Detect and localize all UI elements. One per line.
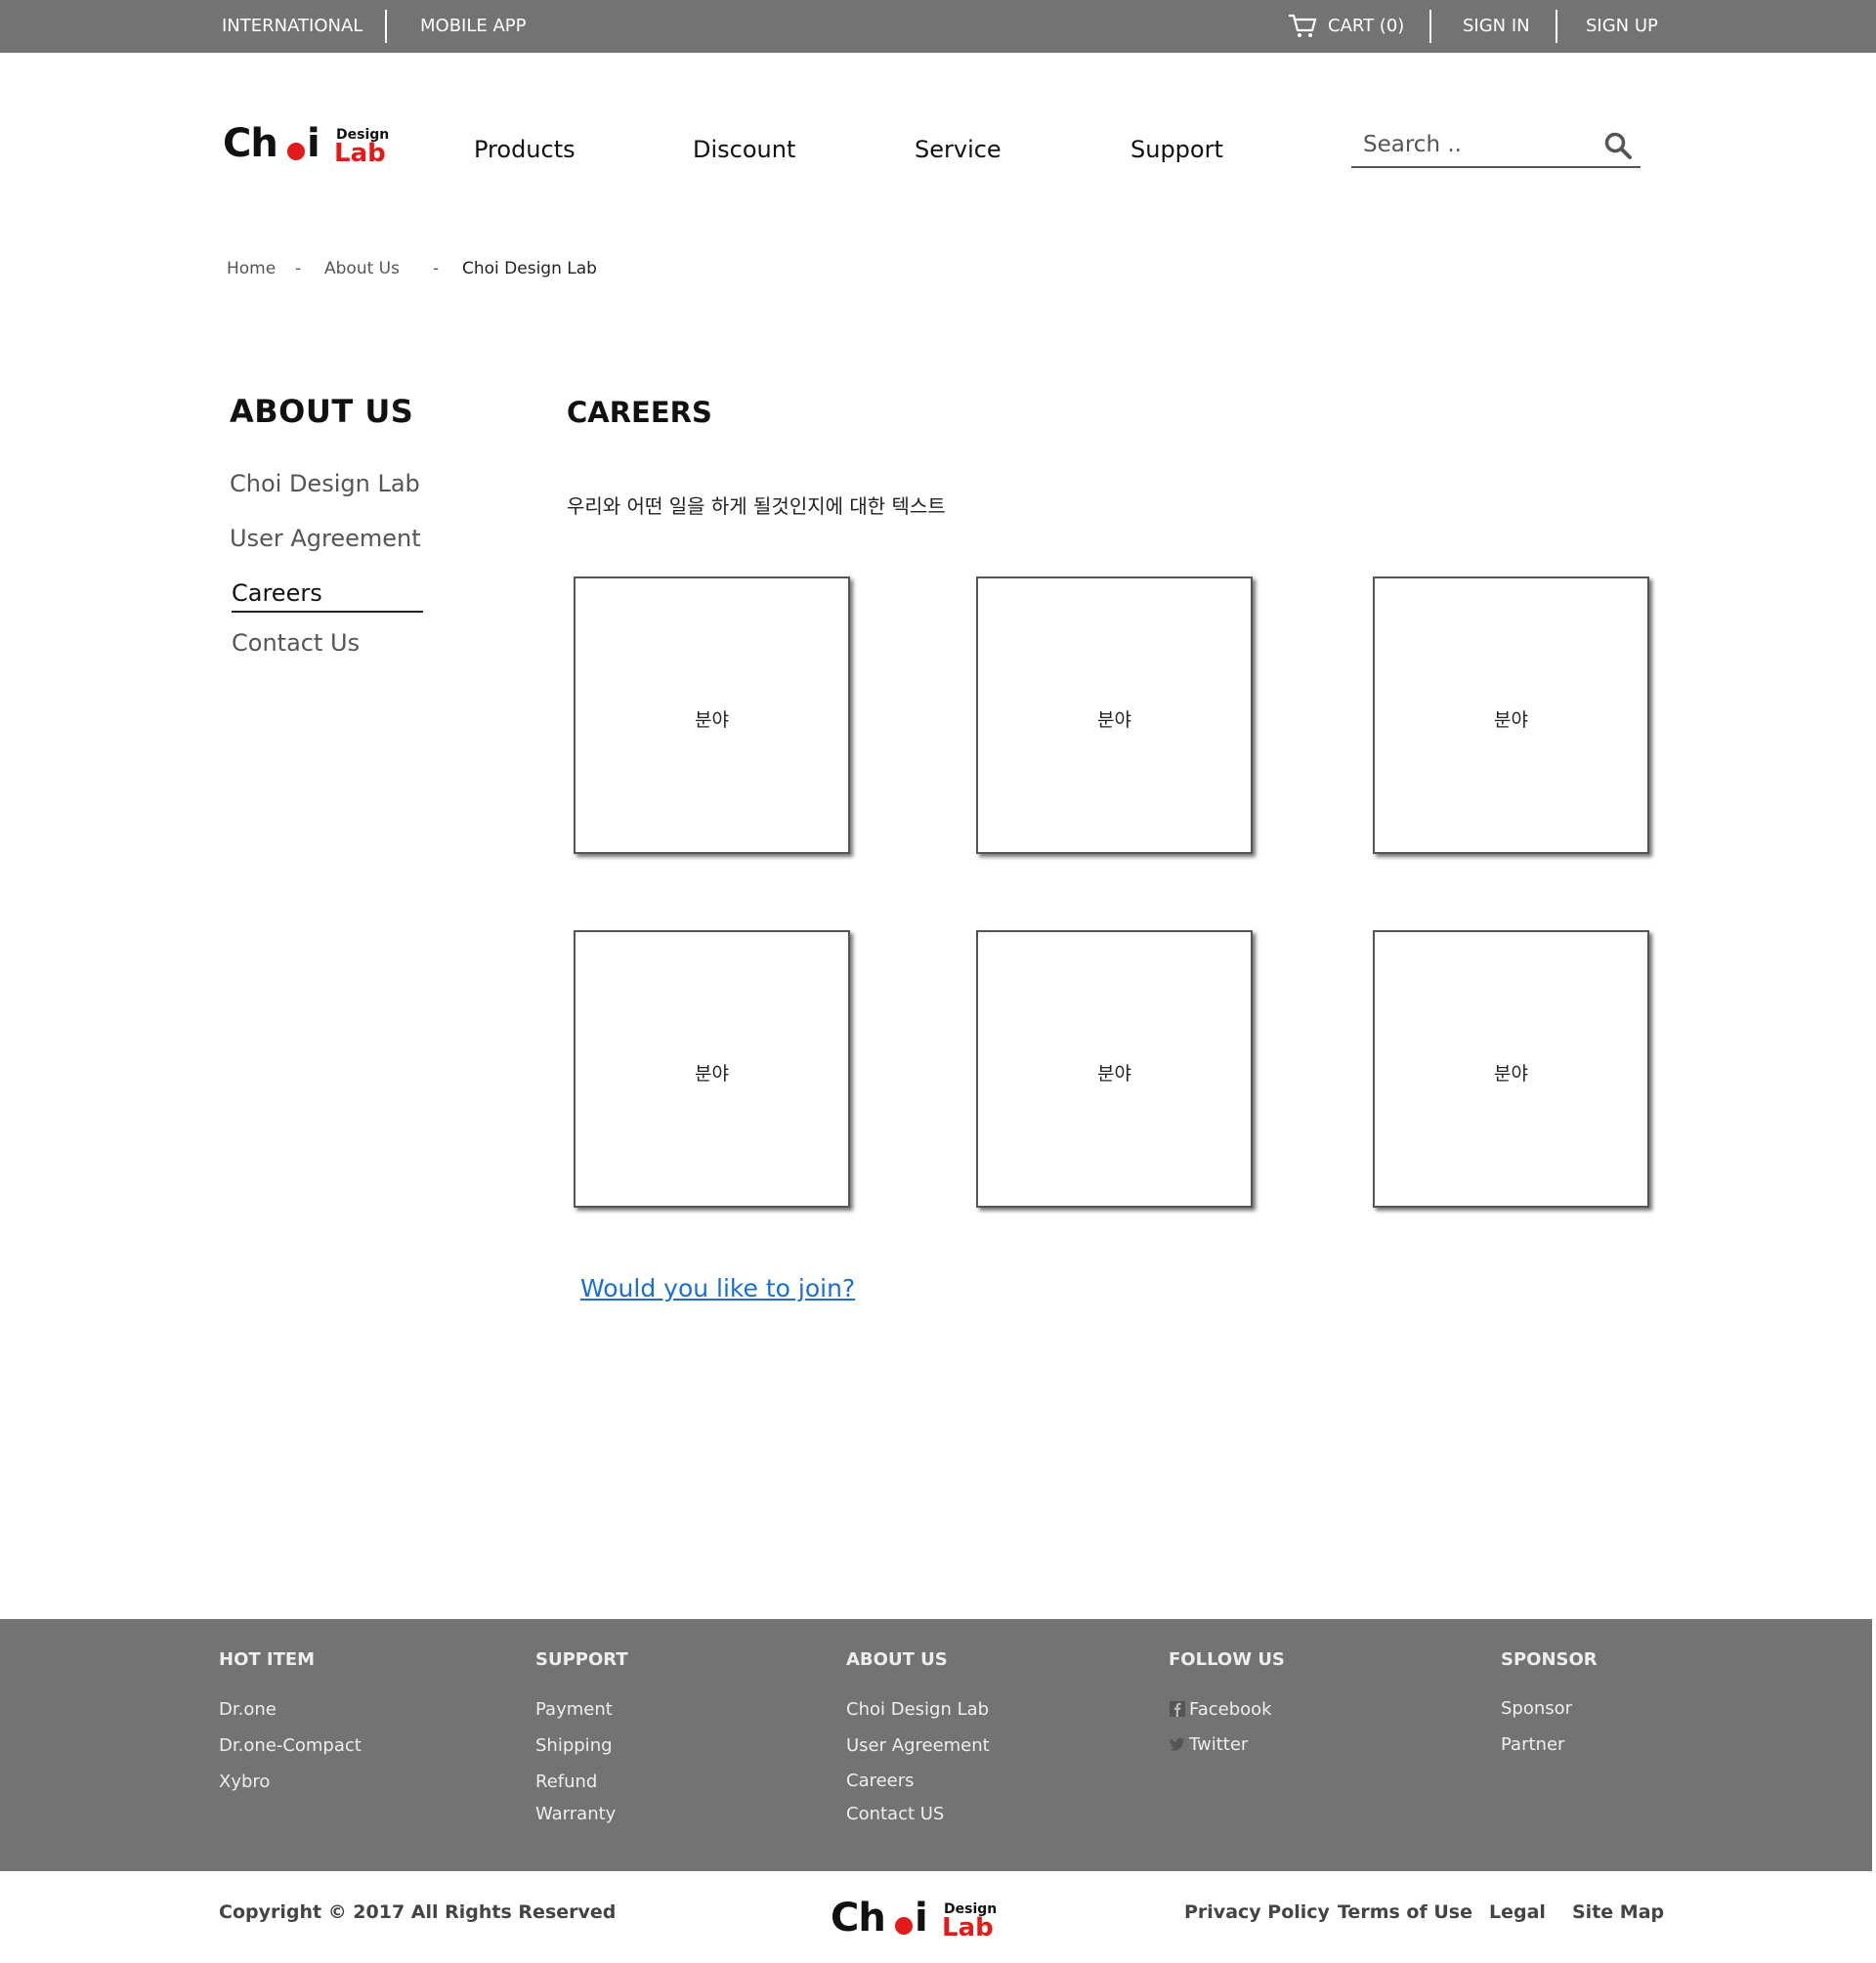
nav-products[interactable]: Products <box>474 136 576 163</box>
cart-icon[interactable] <box>1288 13 1317 38</box>
career-card[interactable]: 분야 <box>1373 930 1649 1208</box>
divider <box>385 10 387 43</box>
search-input[interactable] <box>1363 129 1588 160</box>
nav-discount[interactable]: Discount <box>693 136 795 163</box>
international-link[interactable]: INTERNATIONAL <box>222 16 362 36</box>
footer-link[interactable]: Shipping <box>535 1735 613 1756</box>
footer-link[interactable]: Refund <box>535 1771 597 1792</box>
sign-up-link[interactable]: SIGN UP <box>1586 16 1658 36</box>
career-card-label: 분야 <box>1494 709 1528 731</box>
career-card[interactable]: 분야 <box>976 576 1253 854</box>
mobile-app-link[interactable]: MOBILE APP <box>420 16 527 36</box>
footer-link-twitter[interactable]: Twitter <box>1170 1734 1248 1755</box>
footer-link-facebook[interactable]: Facebook <box>1170 1699 1272 1720</box>
divider <box>1556 10 1557 43</box>
copyright-text: Copyright © 2017 All Rights Reserved <box>219 1901 617 1923</box>
footer-link[interactable]: Xybro <box>219 1771 270 1792</box>
nav-support[interactable]: Support <box>1130 136 1223 163</box>
privacy-policy-link[interactable]: Privacy Policy <box>1184 1901 1330 1923</box>
sidebar-item-contact-us[interactable]: Contact Us <box>232 629 360 657</box>
breadcrumb-separator: - <box>433 259 440 278</box>
twitter-label: Twitter <box>1189 1734 1249 1755</box>
search-icon[interactable] <box>1603 131 1633 160</box>
logo-i: i <box>915 1896 928 1941</box>
career-card[interactable]: 분야 <box>574 930 850 1208</box>
legal-link[interactable]: Legal <box>1489 1901 1546 1923</box>
footer-heading-follow-us: FOLLOW US <box>1169 1649 1285 1670</box>
career-card[interactable]: 분야 <box>574 576 850 854</box>
footer-link[interactable]: Dr.one <box>219 1699 277 1720</box>
breadcrumb-current: Choi Design Lab <box>462 259 597 278</box>
twitter-icon <box>1170 1737 1185 1751</box>
sign-in-link[interactable]: SIGN IN <box>1463 16 1530 36</box>
career-card[interactable]: 분야 <box>1373 576 1649 854</box>
career-card-label: 분야 <box>1097 1063 1131 1085</box>
logo-ch: Ch <box>223 121 278 166</box>
footer-link[interactable]: Warranty <box>535 1804 616 1824</box>
divider <box>1429 10 1431 43</box>
sidebar-item-choi-design-lab[interactable]: Choi Design Lab <box>230 470 420 497</box>
cart-link[interactable]: CART (0) <box>1328 16 1404 36</box>
breadcrumb-about[interactable]: About Us <box>324 259 400 278</box>
top-bar: INTERNATIONAL MOBILE APP CART (0) SIGN I… <box>0 0 1876 53</box>
logo-i: i <box>307 121 320 166</box>
join-link[interactable]: Would you like to join? <box>580 1274 855 1302</box>
sidebar-item-careers[interactable]: Careers <box>232 579 322 607</box>
search-box <box>1351 123 1641 168</box>
career-card-label: 분야 <box>695 1063 729 1085</box>
site-logo[interactable]: Ch i Design Lab <box>223 121 389 170</box>
sidebar-title: ABOUT US <box>230 393 414 430</box>
terms-of-use-link[interactable]: Terms of Use <box>1338 1901 1472 1923</box>
footer-link[interactable]: Careers <box>846 1771 915 1791</box>
footer-link[interactable]: Choi Design Lab <box>846 1699 989 1720</box>
footer-link[interactable]: Partner <box>1501 1734 1564 1755</box>
footer-logo[interactable]: Ch i Design Lab <box>831 1896 997 1944</box>
page-title: CAREERS <box>567 396 712 429</box>
logo-dot <box>895 1917 913 1935</box>
breadcrumb-separator: - <box>295 259 302 278</box>
footer-link[interactable]: Contact US <box>846 1804 944 1824</box>
career-card-label: 분야 <box>1494 1063 1528 1085</box>
footer-link[interactable]: User Agreement <box>846 1735 990 1756</box>
facebook-label: Facebook <box>1189 1699 1272 1720</box>
logo-dot <box>287 143 305 160</box>
footer-heading-sponsor: SPONSOR <box>1501 1649 1598 1670</box>
career-card-label: 분야 <box>695 709 729 731</box>
intro-text: 우리와 어떤 일을 하게 될것인지에 대한 텍스트 <box>567 494 946 518</box>
sidebar-active-underline <box>232 611 423 613</box>
logo-lab: Lab <box>334 139 386 168</box>
footer-link[interactable]: Sponsor <box>1501 1698 1572 1719</box>
sidebar-item-user-agreement[interactable]: User Agreement <box>230 525 421 552</box>
footer-heading-about-us: ABOUT US <box>846 1649 948 1670</box>
career-card-label: 분야 <box>1097 709 1131 731</box>
career-card[interactable]: 분야 <box>976 930 1253 1208</box>
site-map-link[interactable]: Site Map <box>1572 1901 1664 1923</box>
nav-service[interactable]: Service <box>915 136 1002 163</box>
footer-heading-support: SUPPORT <box>535 1649 628 1670</box>
footer-link[interactable]: Payment <box>535 1699 613 1720</box>
logo-lab: Lab <box>942 1913 994 1942</box>
footer-link[interactable]: Dr.one-Compact <box>219 1735 362 1756</box>
facebook-icon <box>1170 1701 1185 1717</box>
footer-heading-hot-item: HOT ITEM <box>219 1649 316 1670</box>
breadcrumb-home[interactable]: Home <box>227 259 276 278</box>
logo-ch: Ch <box>831 1896 886 1941</box>
